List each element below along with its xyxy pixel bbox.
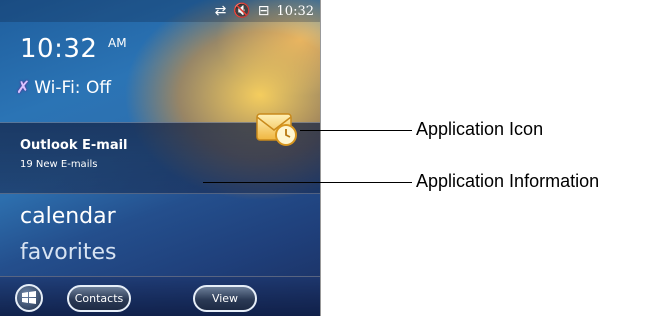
callout-label-app-icon: Application Icon bbox=[416, 119, 544, 139]
softkey-bar: Contacts View bbox=[0, 276, 320, 316]
status-bar: ⇄ 🔇 ⊟ 10:32 bbox=[0, 0, 320, 22]
menu-item-favorites[interactable]: favorites bbox=[20, 240, 117, 265]
notification-subtitle: 19 New E-mails bbox=[20, 159, 98, 170]
speaker-muted-icon[interactable]: 🔇 bbox=[233, 3, 250, 19]
status-time[interactable]: 10:32 bbox=[277, 4, 314, 19]
callout-line-app-info bbox=[203, 182, 412, 183]
view-softkey-button[interactable]: View bbox=[193, 285, 257, 312]
start-button[interactable] bbox=[15, 284, 43, 312]
windows-flag-icon bbox=[22, 291, 36, 304]
battery-charging-icon[interactable]: ⊟ bbox=[258, 3, 270, 19]
sync-arrows-icon[interactable]: ⇄ bbox=[215, 3, 227, 19]
device-screen: ⇄ 🔇 ⊟ 10:32 10:32 AM ✗ Wi-Fi: Off Outloo… bbox=[0, 0, 321, 316]
home-clock-ampm: AM bbox=[108, 36, 127, 50]
wifi-off-icon: ✗ bbox=[16, 78, 31, 98]
contacts-softkey-button[interactable]: Contacts bbox=[67, 285, 131, 312]
wifi-status-row[interactable]: ✗ Wi-Fi: Off bbox=[16, 78, 111, 98]
wifi-status-label: Wi-Fi: Off bbox=[34, 78, 112, 98]
notification-title: Outlook E-mail bbox=[20, 138, 128, 153]
callout-label-app-info: Application Information bbox=[416, 171, 600, 191]
outlook-envelope-clock-icon[interactable] bbox=[255, 106, 299, 150]
callout-line-app-icon bbox=[300, 130, 412, 131]
menu-item-calendar[interactable]: calendar bbox=[20, 204, 116, 229]
home-clock: 10:32 bbox=[20, 34, 98, 64]
